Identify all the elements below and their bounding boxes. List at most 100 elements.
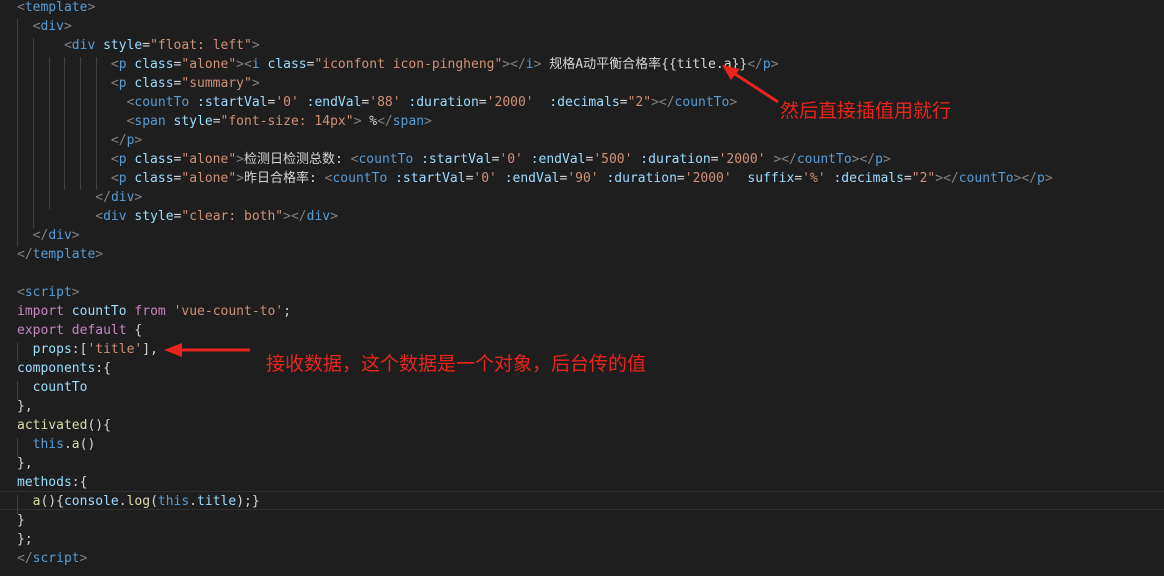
- code-line[interactable]: methods:{: [17, 473, 87, 492]
- code-token: :duration: [640, 152, 711, 167]
- code-token: "alone": [181, 152, 237, 167]
- code-line[interactable]: </script>: [17, 549, 87, 568]
- code-line[interactable]: import countTo from 'vue-count-to';: [17, 302, 291, 321]
- code-token: activated: [17, 418, 88, 433]
- code-line[interactable]: </div>: [17, 188, 142, 207]
- code-token: =: [794, 171, 803, 186]
- code-token: <: [95, 209, 104, 224]
- code-token: p: [118, 57, 127, 72]
- code-line[interactable]: <p class="alone">检测日检测总数: <countTo :star…: [17, 150, 891, 169]
- code-token: {: [126, 323, 143, 338]
- code-token: '0': [499, 152, 523, 167]
- code-token: span: [134, 114, 166, 129]
- code-token: p: [118, 76, 127, 91]
- code-line[interactable]: </template>: [17, 245, 103, 264]
- code-line[interactable]: <div style="clear: both"></div>: [17, 207, 338, 226]
- code-line[interactable]: </div>: [17, 226, 80, 245]
- code-line[interactable]: components:{: [17, 359, 111, 378]
- code-token: '%': [802, 171, 826, 186]
- code-token: :{: [95, 361, 111, 376]
- code-token: p: [1037, 171, 1045, 186]
- code-token: <: [17, 285, 25, 300]
- code-line[interactable]: <div>: [17, 17, 72, 36]
- annotation-interpolation: 然后直接插值用就行: [780, 100, 952, 122]
- code-token: ></: [851, 152, 876, 167]
- code-token: script: [32, 551, 80, 566]
- code-token: };: [17, 532, 33, 547]
- code-line[interactable]: <template>: [17, 0, 95, 17]
- code-line[interactable]: },: [17, 454, 33, 473]
- code-line[interactable]: <p class="alone"><i class="iconfont icon…: [17, 55, 779, 74]
- code-token: countTo: [134, 95, 190, 110]
- code-token: a: [71, 437, 80, 452]
- code-line[interactable]: <p class="summary">: [17, 74, 260, 93]
- code-token: countTo: [358, 152, 414, 167]
- code-token: "2": [627, 95, 652, 110]
- code-line[interactable]: a(){console.log(this.title);}: [17, 492, 260, 511]
- code-token: div: [40, 19, 64, 34]
- code-token: <: [17, 19, 41, 34]
- code-token: :endVal: [306, 95, 362, 110]
- code-token: '2000': [486, 95, 534, 110]
- code-token: 检测日检测总数:: [244, 152, 351, 167]
- code-token: .: [189, 494, 198, 509]
- code-token: :decimals: [833, 171, 904, 186]
- code-line[interactable]: <p class="alone">昨日合格率: <countTo :startV…: [17, 169, 1053, 188]
- code-line[interactable]: <script>: [17, 283, 80, 302]
- code-token: >: [424, 114, 432, 129]
- code-line[interactable]: }: [17, 511, 25, 530]
- code-token: style: [103, 38, 143, 53]
- code-token: ;: [283, 304, 291, 319]
- code-token: '0': [473, 171, 497, 186]
- code-token: template: [24, 0, 88, 15]
- code-line[interactable]: <div style="float: left">: [17, 36, 260, 55]
- code-line[interactable]: </p>: [17, 131, 142, 150]
- code-line[interactable]: <span style="font-size: 14px"> %</span>: [17, 112, 432, 131]
- code-line[interactable]: };: [17, 530, 33, 549]
- code-editor[interactable]: <template> <div> <div style="float: left…: [0, 0, 1164, 576]
- code-token: countTo: [958, 171, 1014, 186]
- code-line[interactable]: },: [17, 397, 33, 416]
- code-line[interactable]: this.a(): [17, 435, 96, 454]
- code-line[interactable]: props:['title'],: [17, 340, 158, 359]
- code-token: }: [17, 513, 25, 528]
- code-token: '90': [567, 171, 599, 186]
- code-token: (){: [40, 494, 64, 509]
- code-token: %: [361, 114, 378, 129]
- code-line[interactable]: countTo: [17, 378, 88, 397]
- code-token: countTo: [71, 304, 127, 319]
- code-token: "iconfont icon-pingheng": [314, 57, 503, 72]
- code-line[interactable]: export default {: [17, 321, 142, 340]
- code-token: "alone": [181, 57, 237, 72]
- code-token: components: [17, 361, 96, 376]
- code-token: import: [17, 304, 64, 319]
- code-token: span: [392, 114, 425, 129]
- code-token: >: [134, 190, 143, 205]
- code-token: (){: [87, 418, 111, 433]
- code-token: <: [110, 171, 119, 186]
- code-token: .: [118, 494, 127, 509]
- code-token: p: [118, 152, 127, 167]
- code-line[interactable]: <countTo :startVal='0' :endVal='88' :dur…: [17, 93, 738, 112]
- code-line[interactable]: activated(){: [17, 416, 111, 435]
- code-token: :[: [71, 342, 88, 357]
- code-token: 昨日合格率:: [244, 171, 325, 186]
- code-token: div: [48, 228, 72, 243]
- code-token: ></: [935, 171, 959, 186]
- code-token: "2": [911, 171, 936, 186]
- code-token: <: [110, 152, 119, 167]
- code-token: script: [24, 285, 72, 300]
- code-token: '0': [275, 95, 299, 110]
- code-token: >: [330, 209, 338, 224]
- code-token: :startVal: [421, 152, 492, 167]
